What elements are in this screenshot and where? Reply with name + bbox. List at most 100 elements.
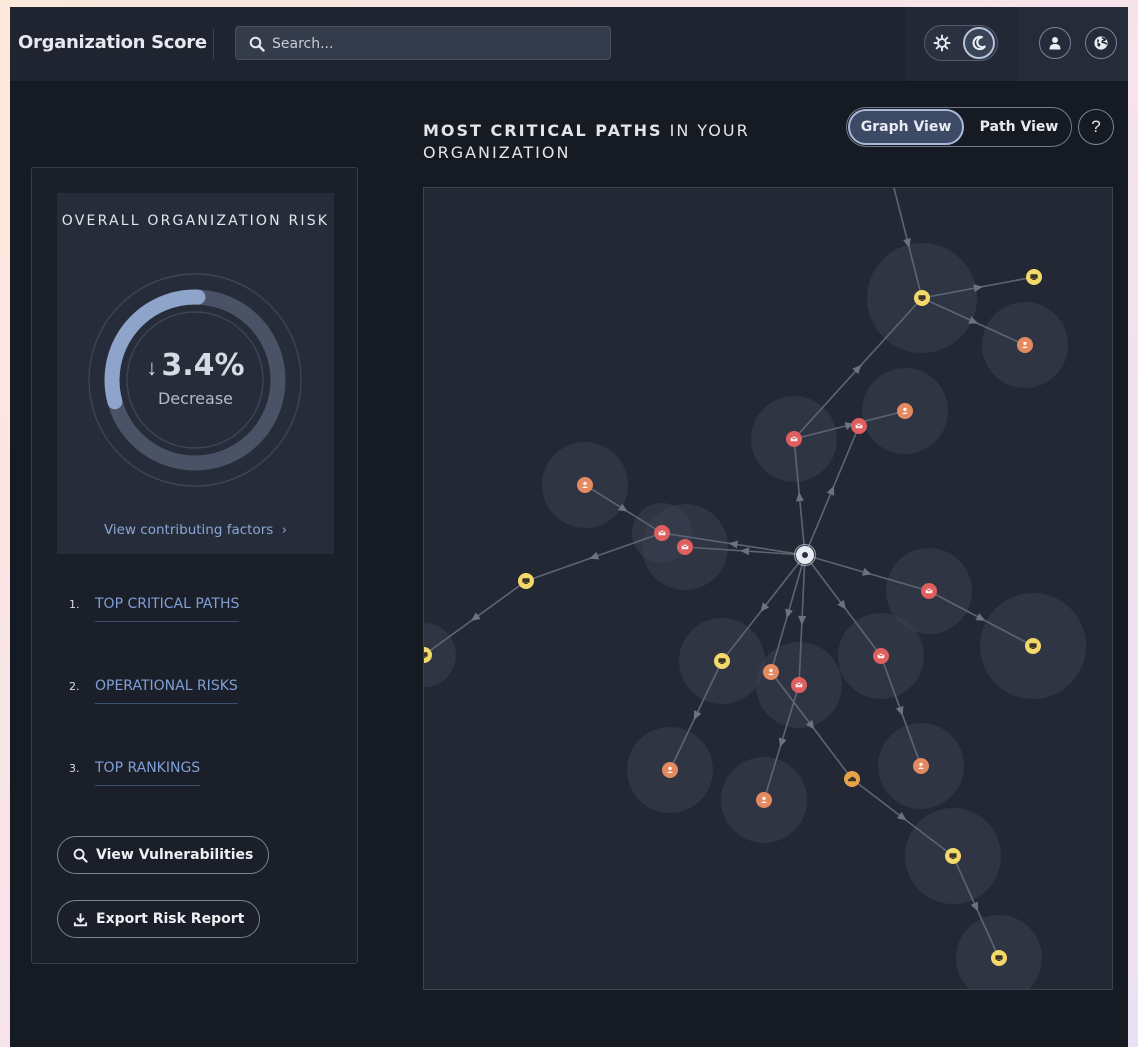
graph-node-user[interactable] [913,758,929,774]
page-title-bold: MOST CRITICAL PATHS [423,121,663,140]
monitor-icon [424,652,428,657]
nav-link[interactable]: OPERATIONAL RISKS [95,678,238,704]
monitor-stand [1031,648,1035,649]
view-vulnerabilities-button[interactable]: View Vulnerabilities [57,836,270,874]
monitor-stand [920,300,924,301]
graph-node-origin[interactable] [793,543,817,567]
nav-item-operational-risks[interactable]: 2. OPERATIONAL RISKS [69,678,238,704]
monitor-icon [918,295,926,300]
graph-node-user[interactable] [577,477,593,493]
risk-card: OVERALL ORGANIZATION RISK ↓ 3.4% Decrease… [57,193,334,554]
view-vulnerabilities-label[interactable]: View Vulnerabilities [96,847,253,863]
user-icon [583,481,587,486]
nav-number: 3. [69,762,80,775]
monitor-icon [949,853,957,858]
edge-arrow [798,615,807,625]
graph-node-user[interactable] [897,403,913,419]
graph-node-device[interactable] [1026,269,1042,285]
edge-arrow [862,568,872,576]
graph-node-email[interactable] [654,525,670,541]
edge-arrow [778,737,787,748]
monitor-icon [1029,643,1037,648]
monitor-icon [995,955,1003,960]
search-icon [249,36,265,52]
export-risk-report-label[interactable]: Export Risk Report [96,911,244,927]
monitor-stand [424,657,426,658]
graph-node-device[interactable] [714,653,730,669]
user-icon [1049,37,1061,50]
globe-icon [1094,36,1108,50]
graph-node-device[interactable] [518,573,534,589]
edge-arrow [470,612,481,621]
search-input[interactable] [270,27,604,61]
nav-number: 2. [69,680,80,693]
graph-node-device[interactable] [991,950,1007,966]
risk-title: OVERALL ORGANIZATION RISK [61,213,330,229]
monitor-icon [1030,274,1038,279]
view-toggle[interactable]: Graph View Path View [846,107,1072,147]
left-panel: OVERALL ORGANIZATION RISK ↓ 3.4% Decrease… [31,167,358,964]
user-icon [769,668,773,673]
edge-arrow [895,705,904,716]
tab-graph-view[interactable]: Graph View [848,109,964,145]
user-icon [668,766,672,771]
monitor-stand [997,960,1001,961]
monitor-stand [1032,279,1036,280]
risk-change-value: 3.4% [161,348,245,383]
graph-node-email[interactable] [873,648,889,664]
graph-node-device[interactable] [914,290,930,306]
graph-node-email[interactable] [677,539,693,555]
contributing-factors-label[interactable]: View contributing factors [104,522,273,538]
nav-link[interactable]: TOP CRITICAL PATHS [95,596,240,622]
graph-node-user[interactable] [763,664,779,680]
critical-paths-graph[interactable] [423,187,1113,990]
user-profile-button[interactable] [1039,27,1071,59]
arrow-down-icon: ↓ [146,355,158,380]
app-window: Organization Score Search... OVERALL ORG… [10,7,1128,1047]
theme-toggle[interactable] [924,25,998,61]
tab-path-view[interactable]: Path View [967,109,1071,145]
edge-arrow [589,551,600,560]
sun-icon[interactable] [931,32,953,54]
risk-change-label: Decrease [157,389,233,408]
monitor-stand [720,663,724,664]
graph-node-user[interactable] [756,792,772,808]
globe-button[interactable] [1085,27,1117,59]
nav-item-top-rankings[interactable]: 3. TOP RANKINGS [69,760,201,786]
graph-node-cloud[interactable] [844,771,860,787]
edge-arrow [693,710,702,721]
nav-item-top-critical-paths[interactable]: 1. TOP CRITICAL PATHS [69,596,240,622]
graph-node-user[interactable] [1017,337,1033,353]
app-title: Organization Score [18,32,207,53]
help-button[interactable]: ? [1078,109,1114,145]
search-box[interactable] [235,26,611,61]
graph-canvas[interactable] [424,188,1113,990]
contributing-factors-link[interactable]: View contributing factors › [57,522,334,538]
edge-arrow [826,485,835,496]
edge-arrow [795,492,804,502]
target-icon [802,552,808,558]
page-title: MOST CRITICAL PATHS IN YOUR ORGANIZATION [423,120,803,164]
export-risk-report-button[interactable]: Export Risk Report [57,900,261,938]
nav-link[interactable]: TOP RANKINGS [95,760,201,786]
edge-arrow [970,901,979,912]
moon-icon[interactable] [963,27,995,59]
monitor-stand [524,583,528,584]
user-icon [919,762,923,767]
graph-node-email[interactable] [791,677,807,693]
graph-node-email[interactable] [921,583,937,599]
user-icon [762,796,766,801]
user-icon [903,407,907,412]
nav-number: 1. [69,598,80,611]
graph-node-device[interactable] [1025,638,1041,654]
graph-node-email[interactable] [786,431,802,447]
edge-arrow [785,608,793,619]
top-bar: Organization Score [10,7,1128,82]
graph-node-email[interactable] [851,418,867,434]
graph-node-device[interactable] [945,848,961,864]
risk-change: ↓ 3.4% [57,348,334,383]
graph-node-user[interactable] [662,762,678,778]
search-icon [73,848,88,863]
monitor-stand [951,858,955,859]
download-icon [73,912,88,926]
